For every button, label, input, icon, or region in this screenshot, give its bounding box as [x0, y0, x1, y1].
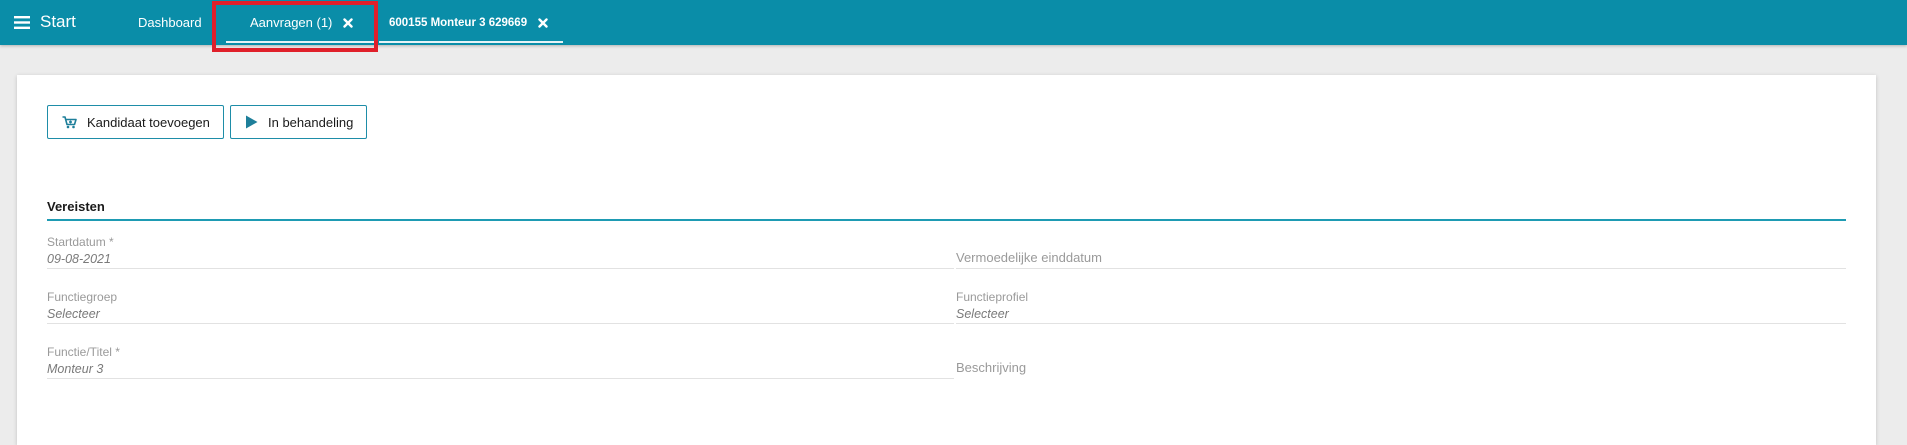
- cart-add-icon: [62, 115, 77, 129]
- close-icon[interactable]: [538, 17, 548, 28]
- tab-monteur-detail[interactable]: 600155 Monteur 3 629669: [379, 0, 563, 45]
- functieprofiel-placeholder: Selecteer: [956, 307, 1009, 321]
- section-title: Vereisten: [47, 199, 105, 214]
- startdatum-field[interactable]: Startdatum * 09-08-2021: [47, 231, 954, 269]
- functiegroep-placeholder: Selecteer: [47, 307, 100, 321]
- functiegroep-label: Functiegroep: [47, 290, 118, 304]
- einddatum-field[interactable]: Vermoedelijke einddatum: [956, 231, 1846, 269]
- tab-highlight-box: [212, 1, 378, 52]
- tab-dashboard[interactable]: Dashboard: [138, 0, 202, 45]
- in-progress-label: In behandeling: [268, 114, 354, 130]
- einddatum-label: Vermoedelijke einddatum: [956, 250, 1102, 265]
- functietitel-value: Monteur 3: [47, 362, 104, 376]
- functieprofiel-label: Functieprofiel: [956, 290, 1029, 304]
- functieprofiel-field[interactable]: Functieprofiel Selecteer: [956, 286, 1846, 324]
- functiegroep-field[interactable]: Functiegroep Selecteer: [47, 286, 954, 324]
- beschrijving-field[interactable]: Beschrijving: [956, 341, 1846, 379]
- hamburger-icon: [14, 15, 30, 29]
- functietitel-field[interactable]: Functie/Titel * Monteur 3: [47, 341, 954, 379]
- play-icon: [245, 115, 258, 129]
- tab-monteur-detail-label: 600155 Monteur 3 629669: [389, 16, 528, 29]
- add-candidate-label: Kandidaat toevoegen: [87, 114, 210, 130]
- start-menu-label: Start: [40, 12, 76, 31]
- section-divider: [47, 219, 1846, 221]
- start-menu-button[interactable]: Start: [14, 11, 76, 33]
- tab-dashboard-label: Dashboard: [138, 15, 202, 30]
- startdatum-label: Startdatum *: [47, 235, 114, 249]
- add-candidate-button[interactable]: Kandidaat toevoegen: [47, 105, 224, 139]
- in-progress-button[interactable]: In behandeling: [230, 105, 367, 139]
- main-card: Kandidaat toevoegen In behandeling Verei…: [17, 75, 1876, 445]
- functietitel-label: Functie/Titel *: [47, 345, 120, 359]
- startdatum-value: 09-08-2021: [47, 252, 111, 266]
- beschrijving-label: Beschrijving: [956, 360, 1027, 375]
